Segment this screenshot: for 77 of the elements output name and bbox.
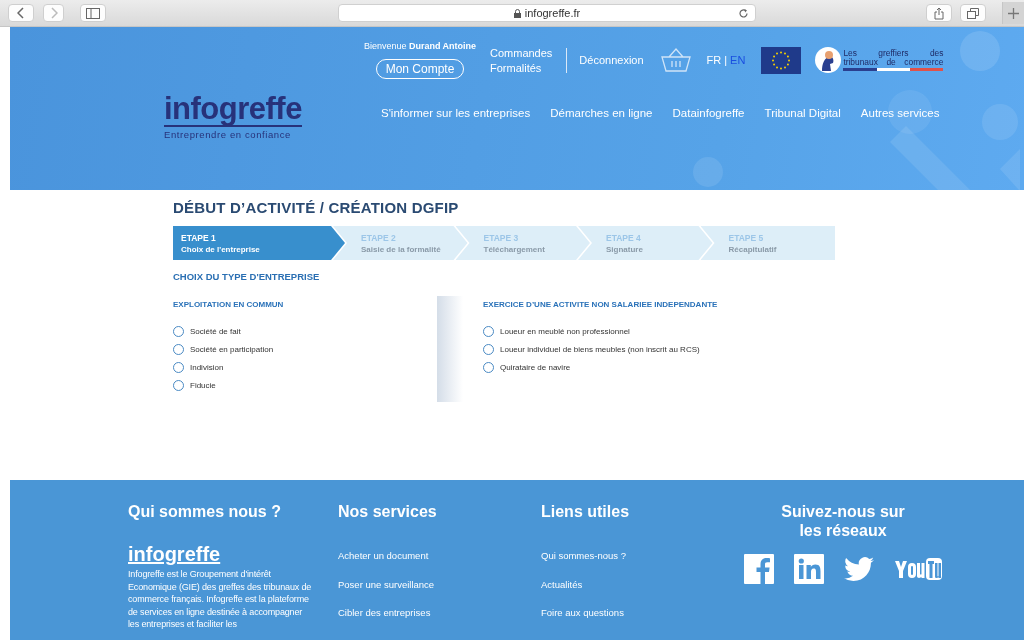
option-label[interactable]: Indivision — [190, 362, 224, 372]
plus-icon — [1008, 7, 1019, 19]
step-number: ETAPE 1 — [181, 232, 217, 243]
footer-link[interactable]: Foire aux questions — [541, 608, 624, 619]
footer-heading: Liens utiles — [541, 502, 631, 521]
sidebar-button[interactable] — [80, 4, 106, 22]
basket-icon[interactable] — [660, 48, 691, 72]
header-link[interactable]: Commandes — [490, 46, 553, 59]
step-tab[interactable]: ETAPE 3 Téléchargement — [455, 226, 590, 260]
step-number: ETAPE 4 — [606, 232, 642, 243]
step-name: Téléchargement — [483, 244, 546, 254]
step-tab[interactable]: ETAPE 4 Signature — [578, 226, 713, 260]
forward-button[interactable] — [43, 4, 64, 22]
group-title: EXERCICE D’UNE ACTIVITE NON SALARIEE INDEPENDANTE — [483, 300, 718, 309]
lock-icon — [513, 8, 521, 18]
tabs-icon — [967, 7, 979, 19]
partner-name: tribunaux de commerce — [843, 58, 944, 67]
logout-link[interactable]: Déconnexion — [579, 54, 644, 66]
step-number: ETAPE 2 — [361, 232, 397, 243]
step-number: ETAPE 5 — [728, 232, 765, 243]
footer-heading: Qui sommes nous ? — [128, 502, 282, 521]
footer-logo[interactable]: infogreffe — [128, 543, 221, 566]
nav-link[interactable]: Démarches en ligne — [550, 107, 653, 119]
step-name: Signature — [606, 244, 644, 254]
step-tab[interactable]: ETAPE 5 Récapitulatif — [700, 226, 835, 260]
nav-link[interactable]: Datainfogreffe — [672, 107, 745, 119]
step-tab[interactable]: ETAPE 2 Saisie de la formalité — [333, 226, 468, 260]
option-label[interactable]: Quirataire de navire — [500, 362, 571, 372]
address-field[interactable]: infogreffe.fr — [338, 4, 756, 22]
footer-link[interactable]: Cibler des entreprises — [338, 608, 431, 619]
bird-icon[interactable] — [844, 556, 874, 582]
url-text: infogreffe.fr — [524, 7, 581, 19]
nav-link[interactable]: Autres services — [860, 107, 940, 119]
welcome-text: Bienvenue Durand Antoine — [363, 41, 477, 51]
language-link[interactable]: FR — [706, 54, 722, 66]
option-label[interactable]: Société en participation — [190, 344, 274, 354]
section-title: CHOIX DU TYPE D'ENTREPRISE — [173, 271, 321, 282]
footer-link[interactable]: Actualités — [541, 579, 583, 590]
back-button[interactable] — [8, 4, 34, 22]
step-tab[interactable]: ETAPE 1 Choix de l'entreprise — [173, 226, 345, 260]
step-name: Choix de l'entreprise — [181, 244, 261, 254]
new-tab-button[interactable] — [1002, 2, 1024, 24]
footer-heading: Nos services — [338, 502, 438, 521]
group-title: EXPLOITATION EN COMMUN — [173, 300, 285, 309]
emblem-icon — [815, 47, 842, 73]
step-number: ETAPE 3 — [483, 232, 520, 243]
language-link[interactable]: EN — [730, 54, 746, 66]
footer-link[interactable]: Poser une surveillance — [338, 579, 435, 590]
footer-heading: Suivez-nous sur les réseaux — [780, 502, 906, 540]
header-link[interactable]: Formalités — [490, 61, 553, 74]
about-paragraph: Infogreffe est le Groupement d'intérêt Economique (GIE) des greffes des tribunaux de commerce français. Infogreffe est la plateforme de services en ligne destinée à accompagner les entreprises et faciliter les — [128, 568, 312, 631]
language-separator: | — [724, 54, 728, 66]
footer-link[interactable]: Acheter un document — [338, 551, 429, 562]
facebook-icon[interactable] — [744, 554, 774, 584]
reload-icon[interactable] — [738, 8, 749, 19]
forward-icon — [49, 7, 58, 19]
sidebar-icon — [86, 7, 100, 19]
option-label[interactable]: Loueur en meublé non professionnel — [500, 326, 630, 336]
nav-link[interactable]: S'informer sur les entreprises — [381, 107, 531, 119]
back-icon — [17, 7, 25, 19]
footer-link[interactable]: Qui sommes-nous ? — [541, 551, 626, 562]
option-label[interactable]: Loueur individuel de biens meubles (non inscrit au RCS) — [500, 344, 700, 354]
nav-link[interactable]: Tribunal Digital — [764, 107, 841, 119]
step-name: Récapitulatif — [728, 244, 778, 254]
video-logo-icon[interactable] — [894, 558, 942, 580]
logo-wordmark[interactable]: infogreffe — [164, 93, 302, 127]
share-icon — [934, 6, 944, 20]
linkedin-icon[interactable] — [794, 554, 824, 584]
share-button[interactable] — [926, 4, 952, 22]
eu-flag-icon — [761, 46, 802, 74]
step-name: Saisie de la formalité — [361, 244, 442, 254]
option-label[interactable]: Fiducie — [190, 380, 216, 390]
page-title: DÉBUT D’ACTIVITÉ / CRÉATION DGFIP — [173, 199, 460, 216]
option-label[interactable]: Société de fait — [190, 326, 241, 336]
tabs-button[interactable] — [960, 4, 986, 22]
partner-name: Les greffiers des — [843, 49, 944, 58]
logo-tagline: Entreprendre en confiance — [164, 129, 292, 140]
